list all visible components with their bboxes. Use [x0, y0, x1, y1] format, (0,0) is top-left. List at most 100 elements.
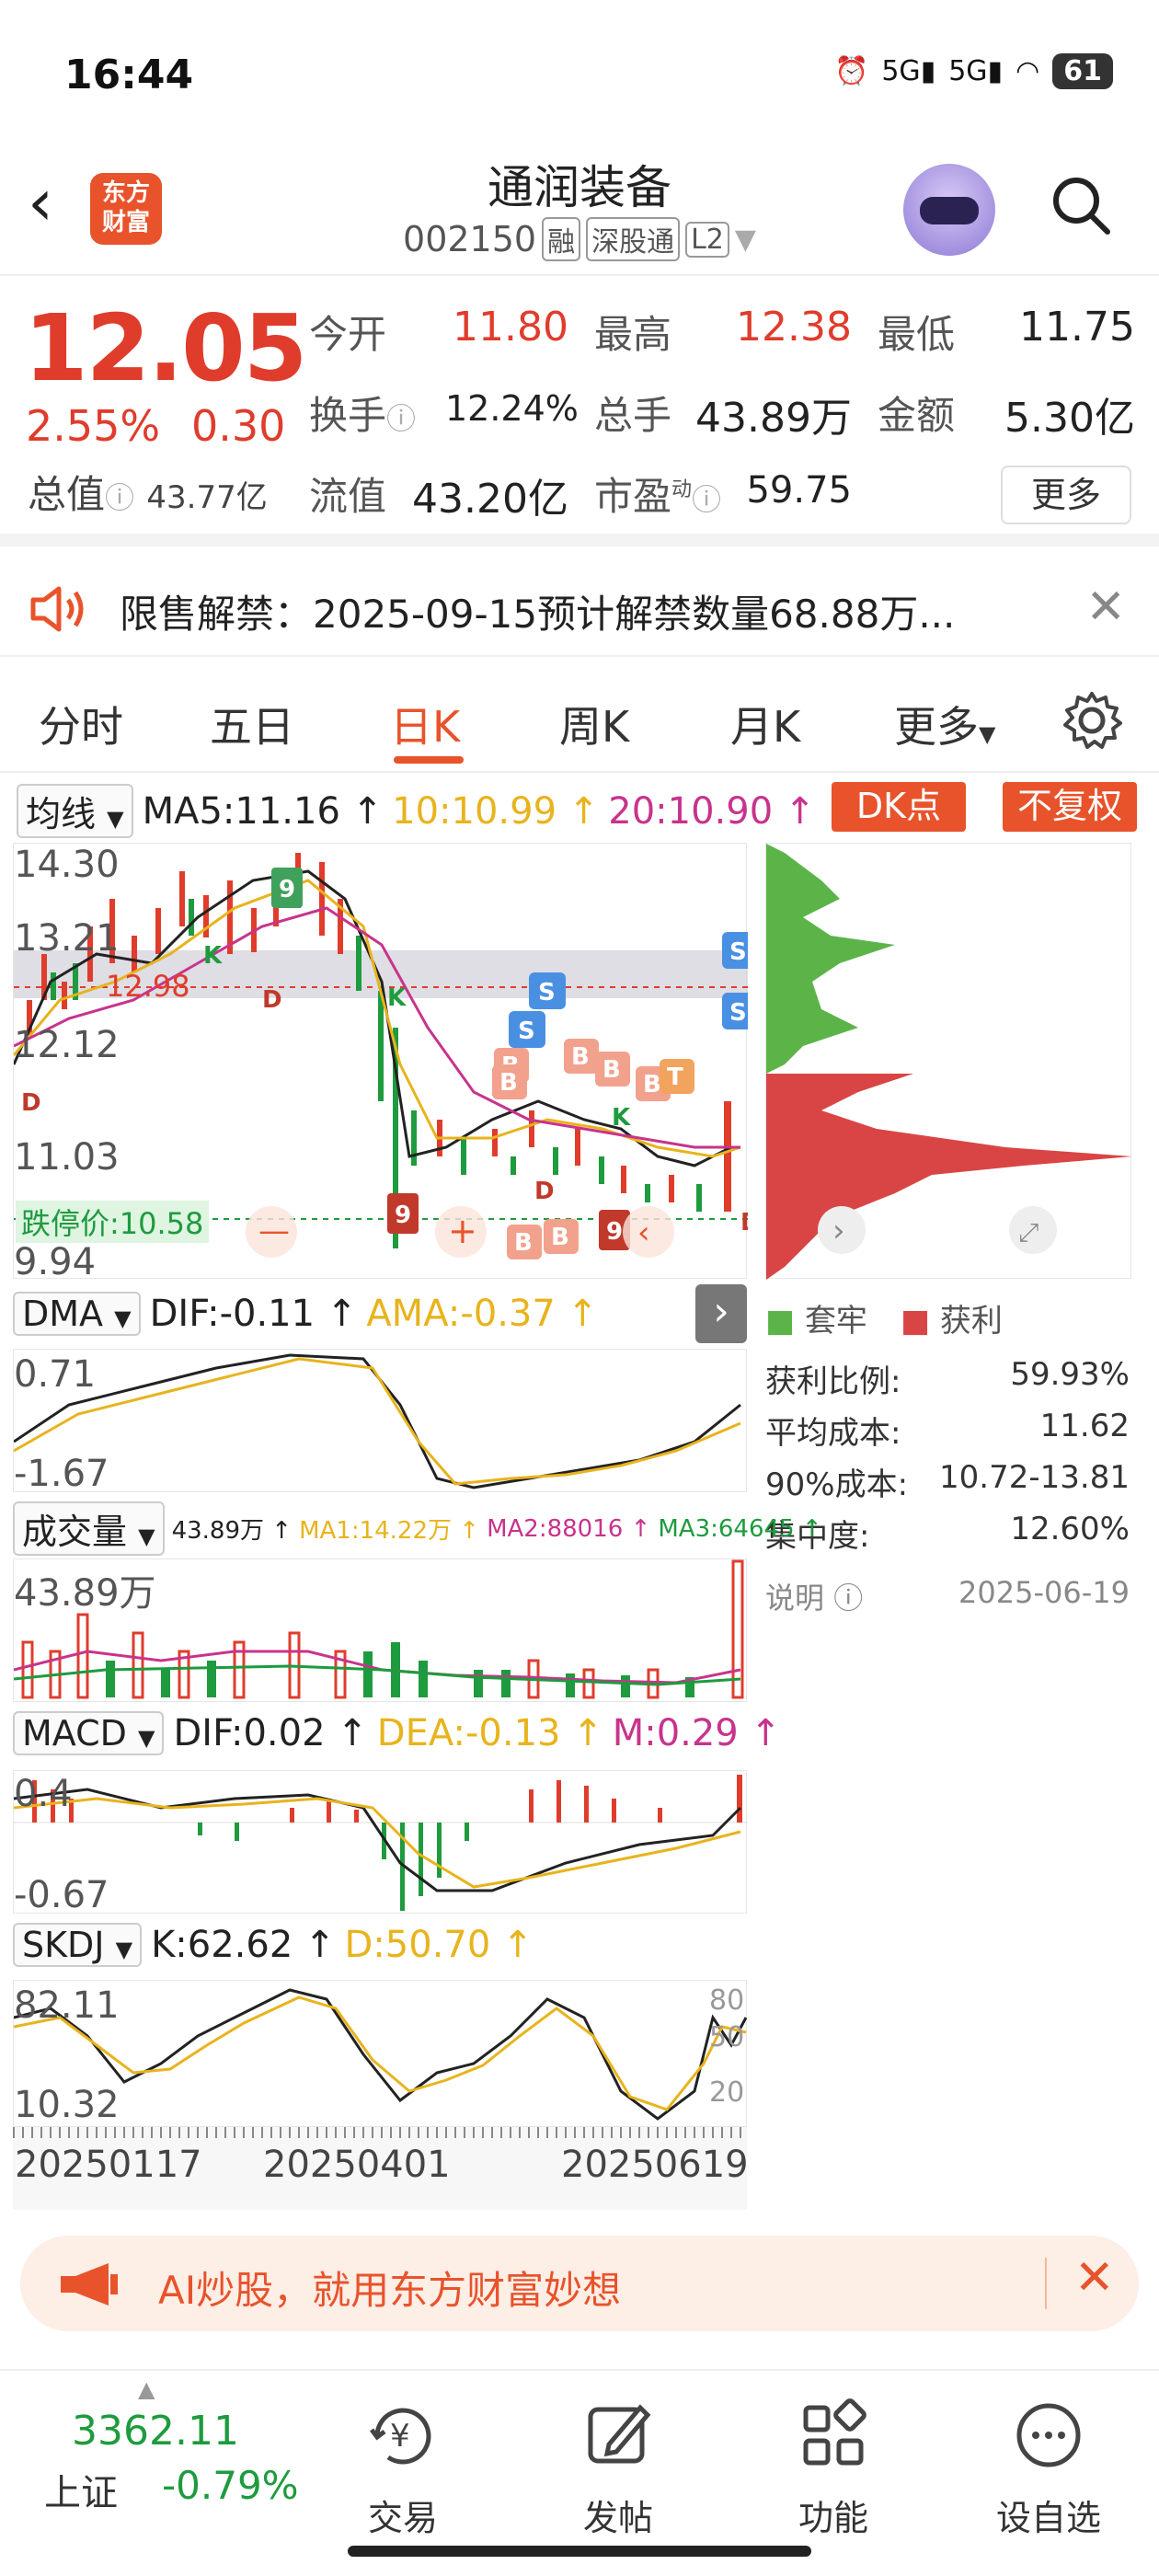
open-value: 11.80 [453, 304, 568, 351]
chip-svg: › ⤢ [766, 844, 1132, 1280]
high-value: 12.38 [736, 304, 852, 351]
ai-assistant-avatar[interactable] [903, 164, 995, 256]
legend-trapped: ■ 套牢 [765, 1303, 867, 1340]
pe-value: 59.75 [746, 469, 852, 512]
tab-daily-k[interactable]: 日K [390, 694, 460, 754]
svg-text:⤢: ⤢ [1018, 1217, 1039, 1248]
ma5-value: MA5:11.16 ↑ [142, 789, 384, 833]
macd-dea: DEA:-0.13 ↑ [376, 1712, 603, 1754]
skdj-ref-80: 80 [709, 1984, 745, 2017]
robot-face-icon [920, 197, 979, 224]
tab-intraday[interactable]: 分时 [39, 694, 123, 754]
skdj-y-low: 10.32 [14, 2084, 120, 2126]
grid-icon [803, 2398, 866, 2466]
lockup-notice[interactable]: 限售解禁：2025-09-15预计解禁数量68.88万... ✕ [0, 559, 1159, 657]
macd-chart: 0.4 -0.67 [13, 1770, 748, 1916]
nav-trade[interactable]: ¥ 交易 [311, 2398, 495, 2540]
gear-icon[interactable] [1060, 688, 1124, 753]
low-label: 最低 [878, 312, 956, 357]
macd-y-high: 0.4 [14, 1773, 73, 1815]
nav-post[interactable]: 发帖 [526, 2398, 710, 2540]
svg-text:B: B [643, 1071, 661, 1098]
date-start: 20250117 [15, 2144, 202, 2186]
concentration-value: 12.60% [1010, 1511, 1130, 1547]
avg-cost-value: 11.62 [1039, 1408, 1130, 1444]
macd-select[interactable]: MACD ▼ [13, 1711, 165, 1755]
svg-text:K: K [387, 984, 407, 1012]
no-adjust-button[interactable]: 不复权 [1003, 782, 1137, 832]
chip-distribution[interactable]: › ⤢ [765, 843, 1132, 1280]
connect-tag: 深股通 [586, 217, 681, 261]
dma-y-low: -1.67 [14, 1453, 109, 1495]
volume-select[interactable]: 成交量 ▼ [13, 1501, 165, 1556]
skdj-svg [13, 1988, 748, 2121]
tab-monthly-k[interactable]: 月K [730, 694, 800, 754]
amount-value: 5.30亿 [1004, 395, 1135, 442]
cost90-value: 10.72-13.81 [939, 1459, 1130, 1496]
dma-y-high: 0.71 [14, 1353, 97, 1396]
macd-header: MACD ▼ DIF:0.02 ↑ DEA:-0.13 ↑ M:0.29 ↑ [13, 1711, 781, 1755]
tab-five-day[interactable]: 五日 [210, 694, 294, 754]
wifi-icon: ◠ [1016, 55, 1040, 87]
cost90-label: 90%成本: [765, 1466, 909, 1503]
ma-select[interactable]: 均线 ▼ [17, 784, 133, 838]
dma-dif: DIF:-0.11 ↑ [149, 1293, 358, 1335]
dma-ama: AMA:-0.37 ↑ [366, 1293, 599, 1335]
dma-svg [13, 1353, 741, 1489]
svg-text:D: D [21, 1089, 41, 1117]
volume-value: 43.89万 ↑ [171, 1517, 293, 1545]
caret-down-icon: ▼ [734, 223, 756, 256]
ma-header: 均线 ▼ MA5:11.16 ↑ 10:10.99 ↑ 20:10.90 ↑ [17, 784, 815, 838]
expand-indicator-panel[interactable]: › [695, 1284, 747, 1343]
margin-tag: 融 [542, 217, 581, 261]
svg-text:B: B [514, 1229, 533, 1257]
ma20-value: 20:10.90 ↑ [608, 789, 816, 833]
y-axis-high: 14.30 [14, 844, 120, 886]
nav-add-watchlist[interactable]: 设自选 [957, 2398, 1141, 2540]
legend-profit: ■ 获利 [900, 1303, 1003, 1340]
svg-text:T: T [667, 1064, 683, 1091]
volume-value: 43.89万 [695, 395, 852, 442]
high-label: 最高 [594, 312, 672, 357]
chip-explain[interactable]: 说明 ⓘ [765, 1575, 863, 1617]
change-amount: 0.30 [191, 401, 286, 451]
close-icon[interactable]: ✕ [1085, 580, 1126, 635]
last-price: 12.05 [24, 294, 307, 402]
banner-text: AI炒股，就用东方财富妙想 [158, 2268, 622, 2313]
tab-weekly-k[interactable]: 周K [559, 694, 629, 754]
notice-text: 限售解禁：2025-09-15预计解禁数量68.88万... [120, 592, 956, 637]
tab-more[interactable]: 更多▼ [894, 694, 995, 754]
close-banner-icon[interactable]: ✕ [1074, 2250, 1115, 2306]
svg-text:B: B [571, 1043, 590, 1071]
more-dots-icon [1016, 2403, 1081, 2467]
volume-y-high: 43.89万 [14, 1572, 156, 1615]
nav-functions[interactable]: 功能 [741, 2398, 925, 2540]
svg-text:S: S [729, 999, 747, 1027]
svg-text:D: D [534, 1178, 555, 1205]
skdj-k: K:62.62 ↑ [151, 1924, 336, 1966]
chip-legend: ■ 套牢 ■ 获利 [765, 1295, 1003, 1340]
volume-header: 成交量 ▼ 43.89万 ↑ MA1:14.22万 ↑ MA2:88016 ↑ … [13, 1501, 822, 1556]
megaphone-icon [61, 2263, 118, 2306]
speaker-icon [30, 586, 84, 632]
svg-text:›: › [832, 1213, 845, 1249]
price-line-label: 12.98 [106, 969, 190, 1004]
macd-y-low: -0.67 [14, 1874, 109, 1916]
dma-select[interactable]: DMA ▼ [13, 1292, 141, 1336]
y-axis-4: 11.03 [14, 1136, 120, 1179]
svg-text:S: S [538, 979, 556, 1006]
status-time: 16:44 [64, 52, 194, 98]
index-value[interactable]: 3362.11 [72, 2408, 239, 2455]
ai-promo-banner[interactable]: AI炒股，就用东方财富妙想 ✕ [20, 2236, 1139, 2331]
banner-divider [1045, 2258, 1047, 2309]
alarm-icon: ⏰ [833, 55, 869, 87]
dk-point-button[interactable]: DK点 [832, 782, 966, 832]
skdj-select[interactable]: SKDJ ▼ [13, 1923, 143, 1967]
svg-text:¥: ¥ [390, 2418, 410, 2455]
y-axis-3: 12.12 [14, 1024, 120, 1066]
search-icon[interactable] [1049, 173, 1113, 237]
volume-ma2: MA2:88016 ↑ [487, 1514, 651, 1543]
more-quote-button[interactable]: 更多 [1001, 466, 1131, 524]
macd-m: M:0.29 ↑ [612, 1712, 781, 1754]
kline-chart[interactable]: 9 9 9 S S S S B B B B T B B B D D D D K … [12, 843, 761, 1283]
